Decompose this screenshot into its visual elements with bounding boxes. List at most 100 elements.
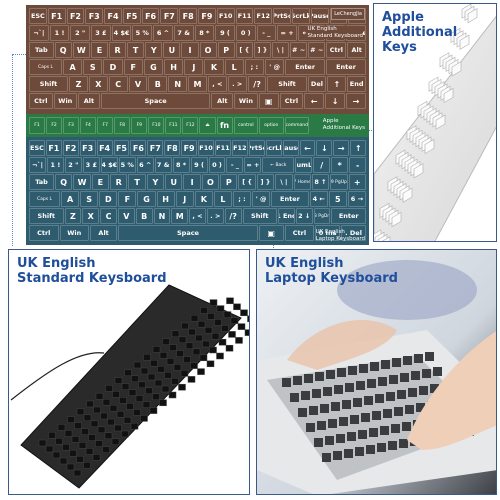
sticker-key: F2 — [66, 8, 85, 24]
laptop-key — [389, 375, 398, 384]
black-key — [185, 342, 194, 350]
sticker-key: N — [153, 208, 171, 224]
black-key — [150, 359, 158, 367]
laptop-keyboard-sticker-sheet: ESCF1F2F3F4F5F6F7F8F9F10F11F12PrtScScrLk… — [26, 137, 369, 245]
sticker-key: [ { — [235, 42, 253, 58]
sticker-key: B — [135, 208, 153, 224]
black-key — [202, 340, 210, 348]
sticker-key: P — [217, 42, 235, 58]
laptop-key — [312, 389, 321, 398]
sticker-key: - _ — [226, 157, 244, 173]
laptop-key — [425, 352, 434, 361]
laptop-key — [422, 369, 431, 378]
black-key — [171, 377, 179, 385]
apple-key: F11 — [165, 117, 182, 134]
sticker-key: O — [199, 42, 217, 58]
standard-title-line2: Standard Keysboard — [17, 271, 167, 286]
sticker-row: Shift Z X C V B N M, <. >/? Shift Del ↑ End — [29, 76, 367, 92]
laptop-key — [411, 371, 420, 380]
sticker-key: Caps L — [29, 59, 62, 75]
sticker-key: X — [88, 76, 108, 92]
black-key — [225, 344, 234, 352]
sticker-key: = + — [277, 25, 297, 41]
black-key — [143, 353, 151, 361]
black-key — [209, 299, 218, 306]
sticker-key: 1 ! — [46, 157, 64, 173]
black-key — [240, 309, 248, 317]
sticker-key: F3 — [85, 8, 104, 24]
sticker-key: 3 PgDn — [313, 208, 331, 224]
black-key — [183, 356, 191, 363]
sticker-key: ' @ — [265, 59, 285, 75]
sticker-key: F9 — [181, 140, 198, 156]
black-key — [59, 457, 68, 465]
sticker-key: / — [313, 157, 331, 173]
black-key — [90, 420, 99, 428]
black-key — [135, 395, 144, 402]
sticker-key: 4 $€ — [111, 25, 132, 41]
black-key — [88, 434, 96, 441]
black-key — [214, 319, 222, 326]
laptop-key — [383, 409, 392, 418]
black-key — [157, 365, 165, 373]
sticker-key: 5 % — [132, 25, 153, 41]
sticker-key: 2 " — [64, 157, 82, 173]
laptop-key — [333, 451, 342, 460]
sticker-key: F6 — [141, 8, 160, 24]
black-key — [52, 451, 61, 459]
sticker-key: Win — [234, 93, 258, 109]
sticker-key: Enter — [331, 208, 366, 224]
black-key — [92, 454, 101, 461]
sticker-key: N — [168, 76, 188, 92]
sticker-key: W — [73, 174, 91, 190]
laptop-key — [344, 449, 353, 458]
black-key — [64, 430, 73, 437]
black-key — [105, 385, 113, 392]
black-key — [71, 436, 80, 443]
sticker-key: , < — [189, 208, 206, 224]
sticker-key: G — [137, 191, 156, 207]
sticker-row: Tab Q W E R T Y U I O P[ {] } \ | # ~ # ~ Ctrl Alt — [29, 42, 367, 58]
sticker-key: \ | — [271, 42, 290, 58]
apple-key-row: F1 F2 F3 F4 F7 F8 F9 F10 F11 F12 ⏏ fn control option c… — [29, 117, 309, 134]
laptop-key — [331, 402, 340, 411]
laptop-key — [358, 430, 367, 439]
laptop-title-line1: UK English — [265, 256, 344, 271]
sticker-key: 8 ↑ — [311, 174, 330, 190]
black-key — [109, 404, 118, 412]
sticker-key: Tab — [29, 174, 55, 190]
sticker-key: ▣ — [258, 93, 279, 109]
apple-keys-sticker-strip: F1 F2 F3 F4 F7 F8 F9 F10 F11 F12 ⏏ fn control option c… — [26, 114, 369, 137]
sticker-key: H — [156, 191, 175, 207]
sticker-key: I — [181, 42, 199, 58]
sticker-key: ▣ — [258, 225, 284, 241]
sticker-key: F12 — [254, 8, 273, 24]
sticker-key: O — [201, 174, 220, 190]
sticker-key: S — [80, 191, 99, 207]
sticker-key: 4 $€ — [100, 157, 118, 173]
sticker-row: Tab Q W E R T Y U I O P[ {] } \ | 7 Home 8 ↑ 9 PgUp + — [29, 174, 366, 190]
laptop-keyboard-panel: UK English Laptop Keysboard — [256, 249, 497, 495]
sticker-key: C — [100, 208, 117, 224]
black-key — [131, 375, 139, 383]
laptop-panel-title: UK English Laptop Keysboard — [265, 256, 398, 286]
black-key — [62, 443, 70, 451]
sticker-key: → — [333, 140, 350, 156]
black-key — [38, 439, 47, 447]
black-key — [197, 320, 206, 328]
sticker-key: F — [123, 59, 143, 75]
laptop-key — [323, 387, 332, 396]
sticker-key: Space — [118, 225, 258, 241]
sticker-key: ← — [304, 93, 325, 109]
sticker-key: L — [213, 191, 232, 207]
black-key — [159, 352, 168, 359]
laptop-key — [336, 434, 345, 443]
black-key — [206, 360, 215, 368]
sticker-key: Caps L — [29, 191, 60, 207]
sticker-key: ] } — [256, 174, 275, 190]
laptop-typing-photo — [257, 250, 496, 494]
sticker-key: W — [72, 42, 90, 58]
sticker-key: , < — [207, 76, 227, 92]
black-key — [209, 346, 217, 354]
black-key — [199, 354, 208, 362]
